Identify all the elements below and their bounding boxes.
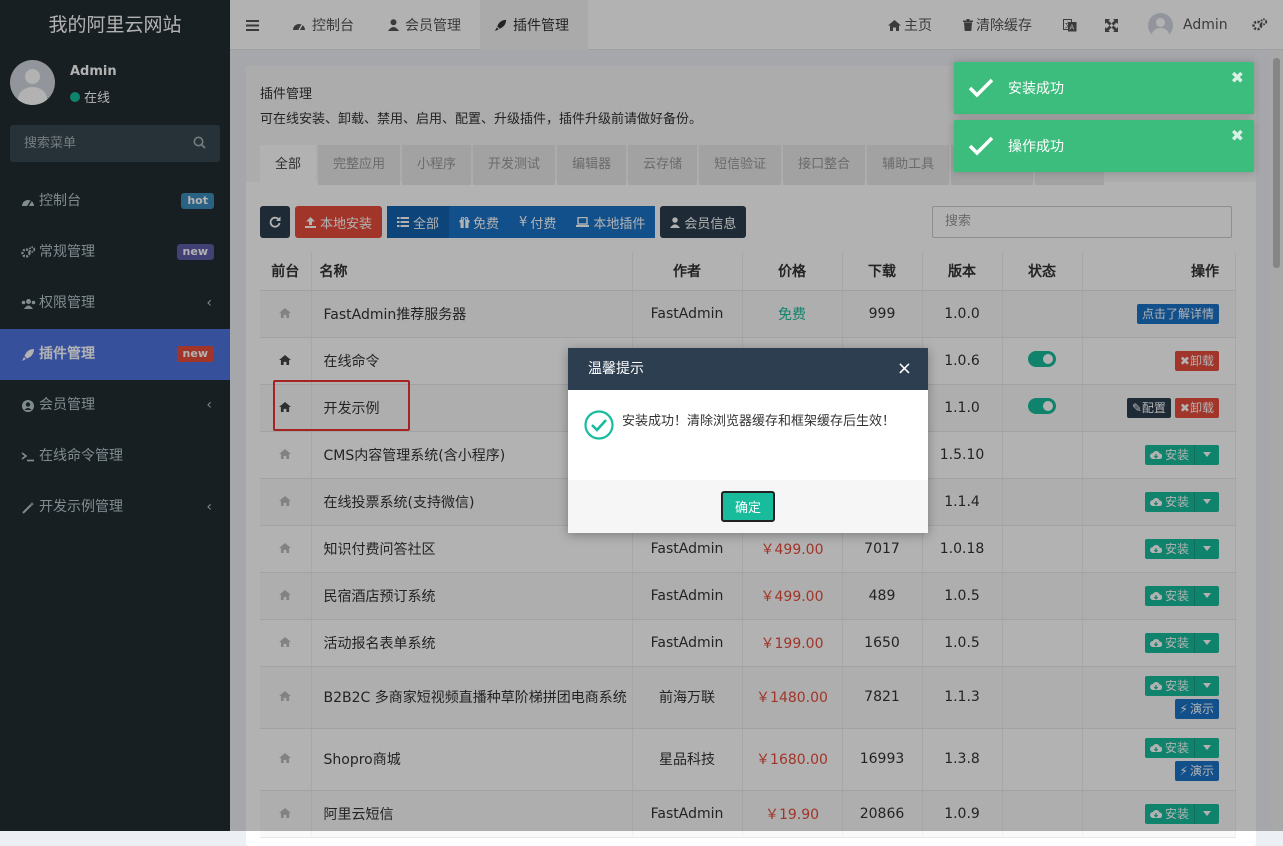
dialog-footer: 确定 bbox=[568, 480, 928, 533]
close-icon[interactable]: × bbox=[897, 348, 912, 390]
check-icon bbox=[968, 78, 994, 98]
success-check-icon bbox=[584, 410, 614, 448]
dialog-message: 安装成功！清除浏览器缓存和框架缓存后生效！ bbox=[622, 414, 896, 429]
toast-install-success: 安装成功 ✖ bbox=[954, 62, 1254, 114]
close-icon[interactable]: ✖ bbox=[1231, 126, 1244, 145]
close-icon[interactable]: ✖ bbox=[1231, 68, 1244, 87]
toast-message: 操作成功 bbox=[1008, 139, 1064, 155]
toast-message: 安装成功 bbox=[1008, 81, 1064, 97]
toast-operation-success: 操作成功 ✖ bbox=[954, 120, 1254, 172]
alert-dialog: 温馨提示 × 安装成功！清除浏览器缓存和框架缓存后生效！ 确定 bbox=[568, 348, 928, 533]
dialog-title: 温馨提示 bbox=[588, 361, 644, 377]
ok-button[interactable]: 确定 bbox=[720, 491, 775, 522]
check-icon bbox=[968, 136, 994, 156]
dialog-body: 安装成功！清除浏览器缓存和框架缓存后生效！ bbox=[568, 390, 928, 480]
dialog-header: 温馨提示 × bbox=[568, 348, 928, 390]
